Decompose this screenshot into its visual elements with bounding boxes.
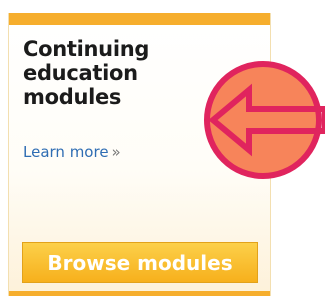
arrow-badge-circle xyxy=(204,61,322,179)
left-arrow-icon[interactable] xyxy=(203,60,325,185)
learn-more-link[interactable]: Learn more» xyxy=(23,143,121,161)
card-bottom-accent-bar xyxy=(9,291,270,296)
card-title: Continuing education modules xyxy=(23,37,150,109)
learn-more-label: Learn more xyxy=(23,143,109,161)
card-top-accent-bar xyxy=(9,13,270,25)
browse-modules-button[interactable]: Browse modules xyxy=(22,242,258,283)
learn-more-chevron: » xyxy=(111,143,121,161)
